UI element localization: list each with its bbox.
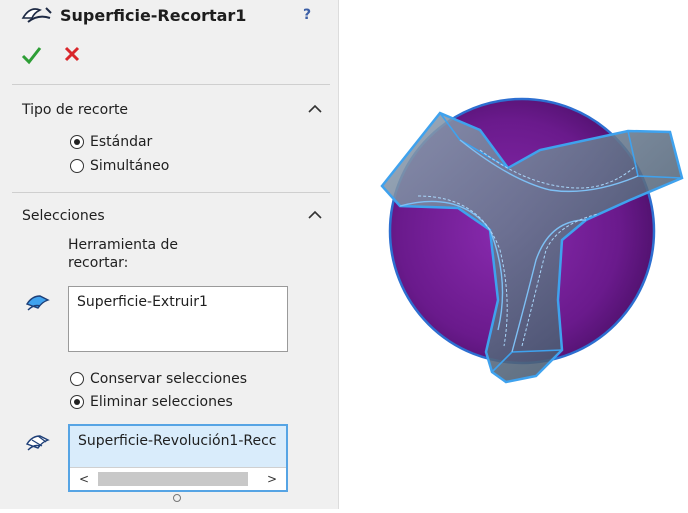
radio-keep-label: Conservar selecciones [90, 371, 247, 387]
radio-remove-selections[interactable]: Eliminar selecciones [70, 391, 233, 413]
pieces-item[interactable]: Superficie-Revolución1-Recc [78, 433, 277, 449]
trim-tool-item[interactable]: Superficie-Extruir1 [77, 294, 208, 310]
trim-tool-selection-box[interactable]: Superficie-Extruir1 [68, 286, 288, 352]
selections-title: Selecciones [22, 208, 105, 224]
pieces-surface-icon [25, 435, 50, 451]
scroll-right-icon[interactable]: > [264, 470, 280, 488]
radio-keep-selections[interactable]: Conservar selecciones [70, 368, 247, 390]
help-icon: ? [302, 7, 312, 23]
resize-grip[interactable] [173, 494, 181, 502]
feature-title: Superficie-Recortar1 [60, 6, 247, 25]
trim-tool-surface-icon [25, 295, 50, 311]
horizontal-scrollbar[interactable]: < > [70, 467, 286, 490]
pieces-selection-box[interactable]: Superficie-Revolución1-Recc < > [68, 424, 288, 492]
feature-title-row: Superficie-Recortar1 ? [0, 0, 338, 34]
radio-standard[interactable]: Estándar [70, 131, 152, 153]
radio-standard-indicator[interactable] [70, 135, 84, 149]
radio-simultaneous-label: Simultáneo [90, 158, 170, 174]
help-button[interactable]: ? [296, 4, 318, 26]
surface-trim-icon [21, 7, 52, 23]
radio-simultaneous[interactable]: Simultáneo [70, 155, 169, 177]
chevron-up-icon[interactable] [306, 102, 324, 116]
radio-remove-label: Eliminar selecciones [90, 394, 233, 410]
trim-type-title: Tipo de recorte [22, 102, 129, 118]
radio-simultaneous-indicator[interactable] [70, 159, 84, 173]
property-manager-panel: Superficie-Recortar1 ? Tipo de recorte E… [0, 0, 339, 509]
divider [12, 84, 330, 85]
radio-remove-indicator[interactable] [70, 395, 84, 409]
scroll-left-icon[interactable]: < [76, 470, 92, 488]
trim-tool-label: Herramienta de recortar: [68, 237, 179, 271]
model-view[interactable] [340, 0, 688, 509]
radio-keep-indicator[interactable] [70, 372, 84, 386]
graphics-viewport[interactable] [340, 0, 688, 509]
ok-check-icon[interactable] [20, 44, 42, 66]
selections-header[interactable]: Selecciones [0, 204, 338, 230]
trim-type-header[interactable]: Tipo de recorte [0, 98, 338, 124]
divider [12, 192, 330, 193]
radio-standard-label: Estándar [90, 134, 153, 150]
scroll-thumb[interactable] [98, 472, 248, 486]
cancel-x-icon[interactable] [62, 44, 82, 64]
chevron-up-icon[interactable] [306, 208, 324, 222]
